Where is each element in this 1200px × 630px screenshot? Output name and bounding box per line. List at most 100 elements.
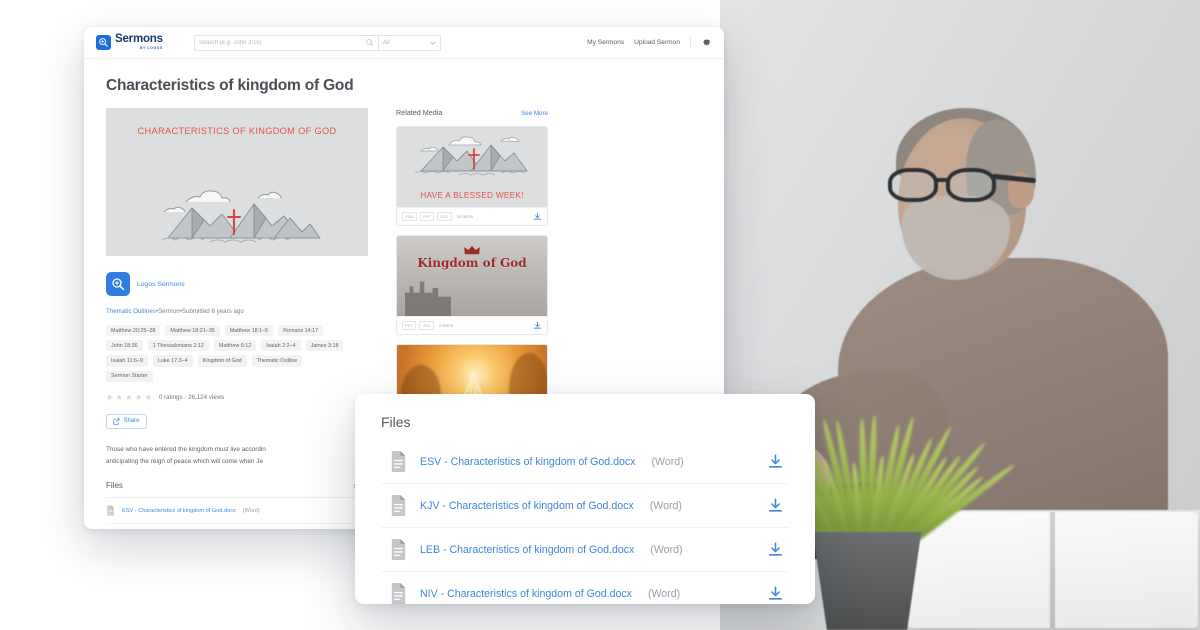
tag-list: Matthew 20:25–28 Matthew 18:21–35 Matthew … (106, 325, 344, 382)
header-nav: My Sermons Upload Sermon (587, 37, 712, 48)
document-icon (391, 583, 406, 604)
tag-chip[interactable]: Sermon Starter (106, 370, 153, 382)
share-button-label: Share (123, 418, 140, 425)
see-more-link[interactable]: See More (521, 110, 548, 117)
format-badge: JPG (419, 321, 434, 330)
tag-chip[interactable]: Matthew 20:25–28 (106, 325, 161, 337)
glasses-icon (888, 168, 1037, 204)
sermon-hero-slide[interactable]: CHARACTERISTICS OF KINGDOM OF GOD (106, 108, 368, 256)
star-icon[interactable]: ★ (116, 393, 123, 402)
files-modal-row[interactable]: NIV - Characteristics of kingdom of God.… (381, 572, 789, 615)
nav-link-my-sermons[interactable]: My Sermons (587, 39, 624, 46)
site-header: Sermons BY LOGOS All My Sermons Uploa (84, 27, 724, 59)
file-row[interactable]: ESV - Characteristics of kingdom of God.… (106, 498, 364, 525)
tag-chip[interactable]: Luke 17:3–4 (152, 355, 193, 367)
files-modal-row[interactable]: KJV - Characteristics of kingdom of God.… (381, 484, 789, 528)
files-modal-row[interactable]: LEB - Characteristics of kingdom of God.… (381, 528, 789, 572)
search-icon (366, 39, 374, 47)
file-row[interactable] (106, 524, 364, 529)
description-line-2: anticipating the reign of peace which wi… (106, 457, 264, 465)
download-icon[interactable] (533, 212, 542, 221)
tag-chip[interactable]: 1 Thessalonians 2:12 (147, 340, 209, 352)
mountains-with-cross-illustration (414, 136, 528, 176)
share-button[interactable]: Share (106, 413, 147, 429)
hero-title: CHARACTERISTICS OF KINGDOM OF GOD (137, 126, 337, 136)
nav-link-upload-sermon[interactable]: Upload Sermon (634, 39, 680, 46)
media-card[interactable]: HAVE A BLESSED WEEK! PSD PPT JPG 16 item… (396, 126, 548, 226)
crown-icon (464, 245, 480, 255)
download-icon[interactable] (533, 321, 542, 330)
author-name[interactable]: Logos Sermons (137, 281, 185, 288)
search-area: All (194, 34, 441, 51)
meta-type: Sermon (158, 308, 180, 315)
meta-category-link[interactable]: Thematic Outlines (106, 308, 156, 315)
files-section-title: Files (106, 481, 123, 491)
tag-chip[interactable]: Isaiah 11:6–9 (106, 355, 148, 367)
tag-chip[interactable]: Romans 14:17 (278, 325, 324, 337)
tag-chip[interactable]: Thematic Outline (251, 355, 303, 367)
files-modal-file-kind: (Word) (647, 587, 681, 600)
files-modal-file-name[interactable]: NIV - Characteristics of kingdom of God.… (420, 588, 632, 600)
files-section-header: Files Star (106, 481, 364, 499)
files-modal-row[interactable]: ESV - Characteristics of kingdom of God.… (381, 440, 789, 484)
related-media-title: Related Media (396, 108, 443, 117)
document-icon (391, 451, 406, 472)
files-modal-file-name[interactable]: LEB - Characteristics of kingdom of God.… (420, 544, 634, 556)
file-kind: (Word) (242, 507, 260, 514)
download-icon[interactable] (767, 453, 784, 470)
star-icon[interactable]: ★ (145, 393, 152, 402)
star-rating[interactable]: ★ ★ ★ ★ ★ (106, 393, 152, 402)
media-thumbnail: HAVE A BLESSED WEEK! (397, 127, 547, 207)
media-caption: HAVE A BLESSED WEEK! (420, 190, 524, 200)
rating-row: ★ ★ ★ ★ ★ 0 ratings · 26,124 views (106, 393, 368, 402)
search-box[interactable] (194, 34, 379, 51)
media-caption: Kingdom of God (417, 256, 527, 270)
files-modal-file-kind: (Word) (651, 455, 684, 468)
sermon-description: Those who have entered the kingdom must … (106, 444, 364, 468)
header-divider (690, 37, 691, 48)
related-media-header: Related Media See More (396, 108, 548, 117)
meta-submitted: Submitted 6 years ago (181, 308, 244, 315)
search-input[interactable] (199, 39, 365, 46)
media-thumbnail: Kingdom of God (397, 236, 547, 316)
media-card[interactable]: Kingdom of God PPT JPG 4 items (396, 235, 548, 335)
search-scope-select[interactable]: All (379, 34, 441, 51)
format-badge: PSD (402, 212, 417, 221)
author-row[interactable]: Logos Sermons (106, 272, 368, 296)
star-icon[interactable]: ★ (125, 393, 132, 402)
star-icon[interactable]: ★ (135, 393, 142, 402)
files-modal-file-name[interactable]: ESV - Characteristics of kingdom of God.… (420, 456, 636, 468)
tag-chip[interactable]: Isaiah 2:2–4 (261, 340, 301, 352)
tag-chip[interactable]: Matthew 18:21–35 (165, 325, 220, 337)
files-modal: Files ESV - Characteristics of kingdom o… (355, 394, 815, 604)
castle-silhouette (405, 281, 451, 316)
logo-subtext: BY LOGOS (139, 45, 163, 50)
share-external-icon (113, 418, 120, 425)
media-item-count: 16 items (456, 214, 474, 219)
file-name[interactable]: ESV - Characteristics of kingdom of God.… (122, 508, 236, 514)
tag-chip[interactable]: Matthew 18:1–5 (224, 325, 274, 337)
files-modal-file-kind: (Word) (650, 543, 683, 556)
download-icon[interactable] (767, 497, 784, 514)
media-footer: PPT JPG 4 items (397, 316, 547, 334)
sermon-meta: Thematic Outlines•Sermon•Submitted 6 yea… (106, 308, 368, 315)
site-logo[interactable]: Sermons BY LOGOS (96, 34, 188, 50)
tag-chip[interactable]: Matthew 6:12 (213, 340, 257, 352)
gear-icon[interactable] (701, 37, 712, 48)
tag-chip[interactable]: John 18:36 (106, 340, 143, 352)
description-line-1: Those who have entered the kingdom must … (106, 445, 266, 453)
star-icon[interactable]: ★ (106, 393, 113, 402)
tag-chip[interactable]: James 3:18 (305, 340, 344, 352)
page-title: Characteristics of kingdom of God (106, 77, 354, 94)
plant-pot (812, 532, 922, 630)
search-scope-value: All (383, 39, 390, 46)
format-badge: PPT (419, 212, 435, 221)
files-modal-file-name[interactable]: KJV - Characteristics of kingdom of God.… (420, 500, 634, 512)
download-icon[interactable] (767, 541, 784, 558)
download-icon[interactable] (767, 585, 784, 602)
rating-summary: 0 ratings · 26,124 views (158, 394, 225, 402)
document-icon (107, 505, 114, 516)
document-icon (391, 495, 406, 516)
tag-chip[interactable]: Kingdom of God (197, 355, 247, 367)
sermon-main-column: CHARACTERISTICS OF KINGDOM OF GOD Logos … (106, 108, 368, 529)
